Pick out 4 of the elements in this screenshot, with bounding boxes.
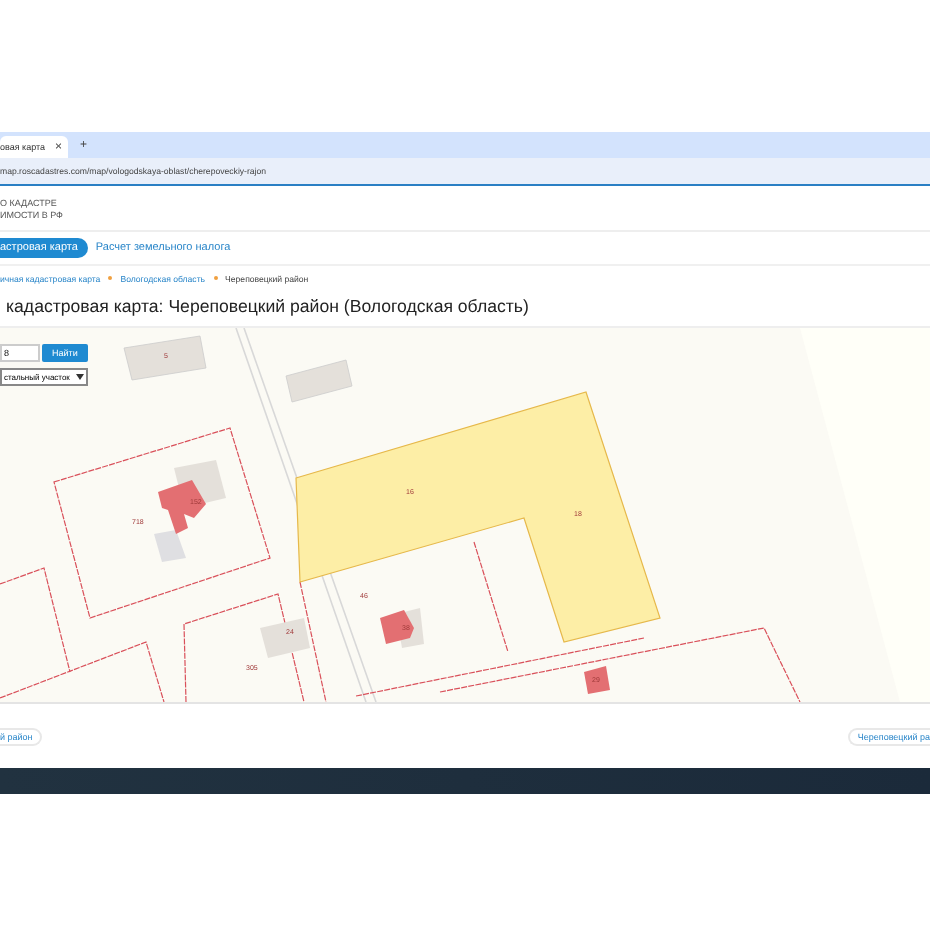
selected-parcel[interactable] <box>295 391 661 643</box>
caret-icon <box>75 374 84 380</box>
breadcrumb-separator-icon <box>108 276 113 280</box>
breadcrumb-separator-icon <box>213 276 218 280</box>
